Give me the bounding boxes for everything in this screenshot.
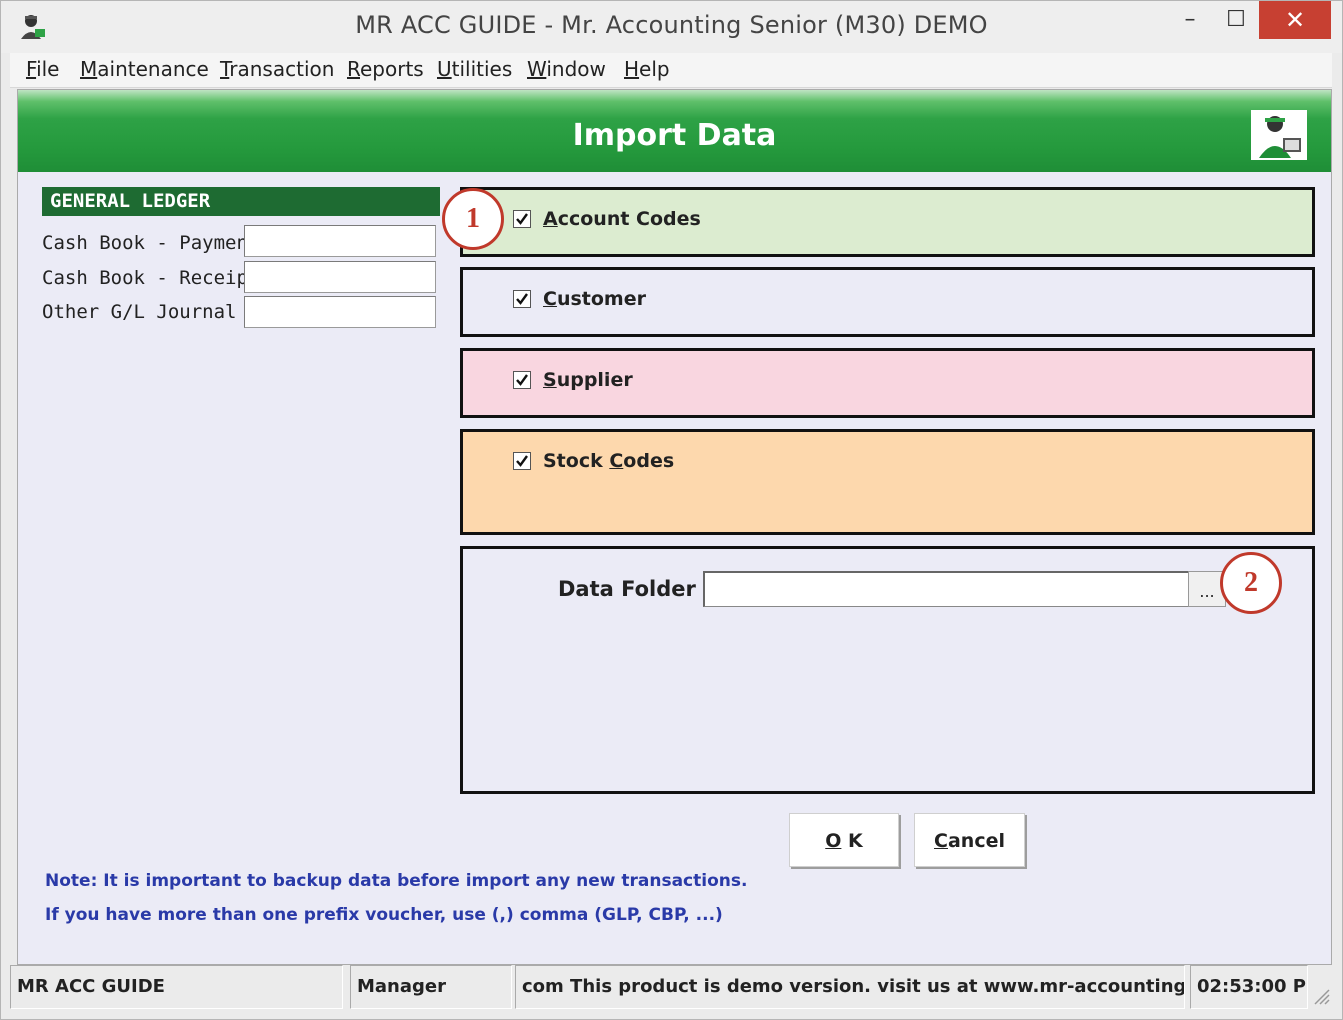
menu-help[interactable]: Help: [624, 57, 670, 81]
import-data-form: Import Data GENERAL LEDGER Cash Book - P…: [17, 89, 1332, 965]
status-bar: MR ACC GUIDE Manager com This product is…: [10, 965, 1332, 1009]
stock-codes-checkbox[interactable]: [513, 452, 531, 470]
other-gl-journal-input[interactable]: [244, 296, 436, 328]
close-button[interactable]: ✕: [1259, 1, 1331, 39]
customer-option[interactable]: Customer: [513, 288, 646, 310]
data-folder-input[interactable]: [703, 571, 1189, 607]
accountant-icon: [1251, 110, 1307, 160]
minimize-button[interactable]: –: [1167, 1, 1213, 39]
cancel-button[interactable]: Cancel: [914, 813, 1025, 867]
general-ledger-header: GENERAL LEDGER: [42, 187, 440, 216]
menu-reports[interactable]: Reports: [347, 57, 424, 81]
customer-label: Customer: [543, 288, 646, 310]
form-title: Import Data: [572, 118, 777, 153]
status-time: 02:53:00 PM: [1190, 965, 1308, 1009]
resize-grip-icon[interactable]: [1312, 987, 1330, 1005]
title-bar[interactable]: MR ACC GUIDE - Mr. Accounting Senior (M3…: [1, 1, 1342, 53]
prefix-note: If you have more than one prefix voucher…: [45, 905, 723, 925]
other-gl-journal-label: Other G/L Journal: [42, 301, 237, 323]
status-message: com This product is demo version. visit …: [515, 965, 1185, 1009]
account-codes-label: Account Codes: [543, 208, 701, 230]
menu-bar: File Maintenance Transaction Reports Uti…: [10, 53, 1332, 88]
cash-book-receipt-label: Cash Book - Receipt: [42, 267, 260, 289]
status-company: MR ACC GUIDE: [10, 965, 343, 1009]
customer-panel: Customer: [460, 267, 1315, 337]
check-icon: [516, 293, 528, 305]
menu-file[interactable]: File: [26, 57, 59, 81]
supplier-option[interactable]: Supplier: [513, 369, 633, 391]
supplier-panel: Supplier: [460, 348, 1315, 418]
window-title: MR ACC GUIDE - Mr. Accounting Senior (M3…: [355, 11, 988, 39]
customer-checkbox[interactable]: [513, 290, 531, 308]
data-folder-label: Data Folder: [558, 577, 696, 601]
backup-note: Note: It is important to backup data bef…: [45, 871, 748, 891]
check-icon: [516, 374, 528, 386]
supplier-label: Supplier: [543, 369, 633, 391]
menu-transaction[interactable]: Transaction: [220, 57, 334, 81]
menu-utilities[interactable]: Utilities: [437, 57, 512, 81]
supplier-checkbox[interactable]: [513, 371, 531, 389]
app-window: MR ACC GUIDE - Mr. Accounting Senior (M3…: [0, 0, 1343, 1020]
ok-button[interactable]: O K: [789, 813, 899, 867]
account-codes-checkbox[interactable]: [513, 210, 531, 228]
check-icon: [516, 213, 528, 225]
callout-marker-2: 2: [1220, 552, 1282, 614]
callout-marker-1: 1: [442, 188, 504, 250]
menu-maintenance[interactable]: Maintenance: [80, 57, 209, 81]
menu-window[interactable]: Window: [527, 57, 606, 81]
account-codes-panel: Account Codes: [460, 187, 1315, 257]
check-icon: [516, 455, 528, 467]
cash-book-payment-input[interactable]: [244, 225, 436, 257]
form-banner: Import Data: [18, 90, 1331, 172]
stock-codes-panel: Stock Codes: [460, 429, 1315, 535]
cash-book-receipt-input[interactable]: [244, 261, 436, 293]
maximize-button[interactable]: ☐: [1213, 1, 1259, 39]
stock-codes-option[interactable]: Stock Codes: [513, 450, 674, 472]
account-codes-option[interactable]: Account Codes: [513, 208, 701, 230]
cash-book-payment-label: Cash Book - Payment: [42, 232, 260, 254]
stock-codes-label: Stock Codes: [543, 450, 675, 472]
data-folder-panel: Data Folder ...: [460, 546, 1315, 794]
status-user: Manager: [350, 965, 512, 1009]
